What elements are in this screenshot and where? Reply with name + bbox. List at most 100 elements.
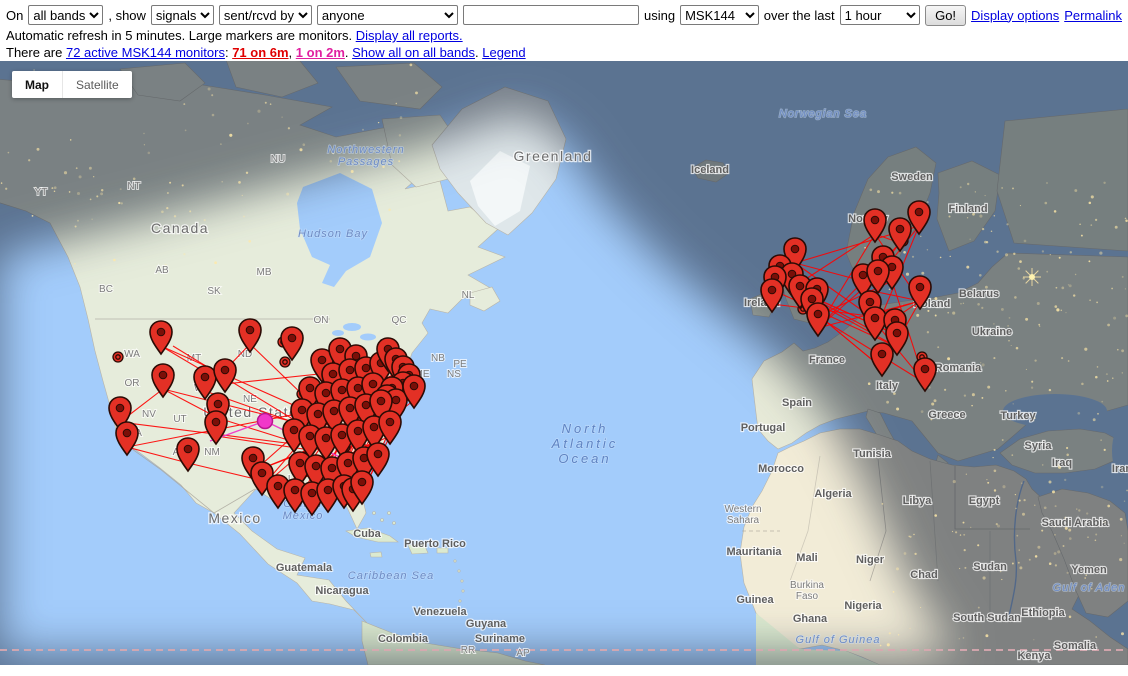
monitors-6m-link[interactable]: 71 on 6m (232, 45, 288, 60)
city-light-dot (959, 568, 960, 569)
city-light-dot (1068, 284, 1069, 285)
report-marker-small[interactable] (113, 352, 123, 362)
city-light-dot (166, 207, 168, 209)
city-light-dot (1107, 380, 1109, 382)
city-light-dot (963, 522, 965, 524)
report-marker-small[interactable] (280, 357, 290, 367)
timespan-select[interactable]: 1 hour (840, 5, 920, 25)
geo-label: UT (173, 414, 186, 425)
geo-label: Guinea (736, 594, 774, 606)
city-light-dot (54, 186, 57, 189)
city-light-dot (1019, 260, 1022, 263)
city-light-dot (1107, 505, 1110, 508)
city-light-dot (229, 134, 232, 137)
city-light-dot (221, 181, 223, 183)
city-light-dot (362, 129, 364, 131)
city-light-dot (1086, 512, 1088, 514)
geo-label: Mexico (208, 510, 261, 526)
geo-label: ON (314, 315, 329, 326)
geo-label: Puerto Rico (404, 538, 466, 550)
city-light-dot (916, 314, 919, 317)
city-light-dot (1033, 639, 1034, 640)
city-light-dot (93, 176, 94, 177)
city-light-dot (1081, 235, 1083, 237)
city-light-dot (1101, 401, 1103, 403)
city-light-dot (1084, 348, 1087, 351)
city-light-dot (1019, 566, 1022, 569)
city-light-dot (983, 576, 986, 579)
callsign-input[interactable] (463, 5, 639, 25)
modulation-select[interactable]: MSK144 (680, 5, 759, 25)
geo-label: Italy (876, 380, 899, 392)
sep: , (289, 45, 296, 60)
city-light-dot (977, 544, 979, 546)
display-all-reports-link[interactable]: Display all reports. (356, 28, 463, 43)
monitor-marker-2m[interactable] (258, 414, 273, 429)
city-light-dot (869, 188, 872, 191)
city-light-dot (1125, 220, 1128, 223)
city-light-dot (243, 215, 245, 217)
city-light-dot (1039, 326, 1040, 327)
display-options-link[interactable]: Display options (971, 8, 1059, 23)
moscow-starburst (1029, 274, 1035, 280)
mode-select[interactable]: signals (151, 5, 214, 25)
city-light-dot (75, 225, 77, 227)
city-light-dot (270, 103, 272, 105)
city-light-dot (1052, 490, 1055, 493)
city-light-dot (996, 251, 998, 253)
city-light-dot (877, 190, 880, 193)
city-light-dot (1117, 349, 1119, 351)
show-all-bands-link[interactable]: Show all on all bands (352, 45, 475, 60)
city-light-dot (1020, 205, 1021, 206)
city-light-dot (904, 552, 907, 555)
city-light-dot (208, 88, 211, 91)
city-light-dot (1054, 552, 1057, 555)
map-canvas[interactable]: CanadaUnited StatesMexicoGreenlandIcelan… (0, 61, 1128, 665)
band-select[interactable]: all bands (28, 5, 103, 25)
city-light-dot (927, 310, 929, 312)
city-light-dot (330, 160, 333, 163)
satellite-view-button[interactable]: Satellite (62, 71, 132, 98)
city-light-dot (1001, 579, 1002, 580)
direction-select[interactable]: sent/rcvd by (219, 5, 312, 25)
city-light-dot (1095, 376, 1098, 379)
city-light-dot (1024, 240, 1027, 243)
geo-label: Atlantic (551, 436, 619, 451)
active-monitors-link[interactable]: 72 active MSK144 monitors (66, 45, 225, 60)
city-light-dot (1061, 357, 1063, 359)
geo-label: AB (155, 265, 169, 276)
geo-label: France (809, 354, 845, 366)
city-light-dot (1041, 530, 1043, 532)
city-light-dot (1088, 260, 1090, 262)
city-light-dot (960, 303, 962, 305)
city-light-dot (1068, 529, 1071, 532)
city-light-dot (889, 289, 891, 291)
geo-label: Suriname (475, 633, 525, 645)
city-light-dot (1009, 317, 1011, 319)
city-light-dot (1050, 254, 1051, 255)
city-light-dot (1001, 308, 1004, 311)
on-label: On (6, 8, 23, 23)
geo-label: Burkina (790, 580, 824, 591)
monitors-2m-link[interactable]: 1 on 2m (296, 45, 345, 60)
city-light-dot (410, 64, 413, 67)
geo-label: Iceland (691, 164, 729, 176)
map-container[interactable]: Map Satellite (0, 61, 1128, 665)
city-light-dot (174, 215, 176, 217)
city-light-dot (1006, 223, 1008, 225)
map-view-button[interactable]: Map (12, 71, 62, 98)
city-light-dot (1068, 360, 1070, 362)
geo-label: Northwestern (327, 144, 404, 156)
city-light-dot (398, 160, 400, 162)
city-light-dot (1019, 550, 1020, 551)
city-light-dot (92, 219, 93, 220)
go-button[interactable]: Go! (925, 5, 966, 26)
city-light-dot (896, 407, 899, 410)
permalink-link[interactable]: Permalink (1064, 8, 1122, 23)
city-light-dot (1095, 540, 1097, 542)
city-light-dot (921, 272, 924, 275)
legend-link[interactable]: Legend (482, 45, 525, 60)
top-control-bar: On all bands , show signals sent/rcvd by… (0, 0, 1128, 61)
who-select[interactable]: anyone (317, 5, 458, 25)
geo-label: Syria (1025, 440, 1053, 452)
